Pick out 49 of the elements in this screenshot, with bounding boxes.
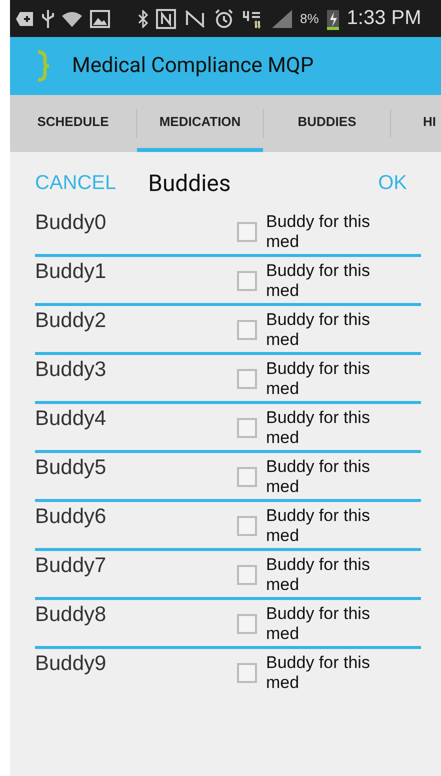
checkbox[interactable]: [237, 663, 257, 683]
checkbox[interactable]: [237, 222, 257, 242]
checkbox[interactable]: [237, 565, 257, 585]
buddy-name: Buddy2: [35, 309, 108, 333]
checkbox[interactable]: [237, 369, 257, 389]
checkbox-label: Buddy for this med: [266, 457, 371, 497]
buddy-name: Buddy4: [35, 407, 108, 431]
checkbox-label: Buddy for this med: [266, 408, 371, 448]
buddy-name: Buddy9: [35, 652, 108, 676]
clock: 1:33 PM: [346, 7, 422, 30]
tab[interactable]: MEDICATION: [137, 95, 263, 152]
checkbox[interactable]: [237, 418, 257, 438]
buddy-name: Buddy7: [35, 554, 108, 578]
tab[interactable]: BUDDIES: [264, 95, 390, 152]
checkbox-label: Buddy for this med: [266, 212, 371, 252]
notification-icon: [16, 10, 34, 26]
dialog-title: Buddies: [148, 170, 232, 196]
checkbox-label: Buddy for this med: [266, 506, 371, 546]
tab[interactable]: SCHEDULE: [10, 95, 136, 152]
battery-icon: [326, 8, 339, 30]
buddy-name: Buddy6: [35, 505, 108, 529]
battery-percent: 8%: [300, 11, 319, 26]
buddy-name: Buddy1: [35, 260, 108, 284]
app-title: Medical Compliance MQP: [72, 54, 314, 78]
buddy-name: Buddy5: [35, 456, 108, 480]
checkbox-label: Buddy for this med: [266, 359, 371, 399]
image-icon: [90, 10, 110, 28]
app-logo-icon: [36, 50, 50, 82]
checkbox-label: Buddy for this med: [266, 653, 371, 693]
checkbox[interactable]: [237, 614, 257, 634]
buddy-name: Buddy8: [35, 603, 108, 627]
buddy-name: Buddy3: [35, 358, 108, 382]
checkbox[interactable]: [237, 516, 257, 536]
bluetooth-icon: [138, 10, 148, 28]
alarm-icon: [214, 8, 234, 28]
network-icon: [242, 8, 264, 28]
checkbox-label: Buddy for this med: [266, 310, 371, 350]
signal-icon: [272, 10, 292, 28]
wifi-icon: [62, 10, 82, 26]
buddy-name: Buddy0: [35, 211, 108, 235]
checkbox-label: Buddy for this med: [266, 261, 371, 301]
tab[interactable]: HI: [421, 95, 438, 152]
checkbox[interactable]: [237, 271, 257, 291]
usb-icon: [42, 8, 54, 28]
checkbox[interactable]: [237, 320, 257, 340]
checkbox[interactable]: [237, 467, 257, 487]
checkbox-label: Buddy for this med: [266, 555, 371, 595]
checkbox-label: Buddy for this med: [266, 604, 371, 644]
nfc-icon: [156, 8, 176, 28]
